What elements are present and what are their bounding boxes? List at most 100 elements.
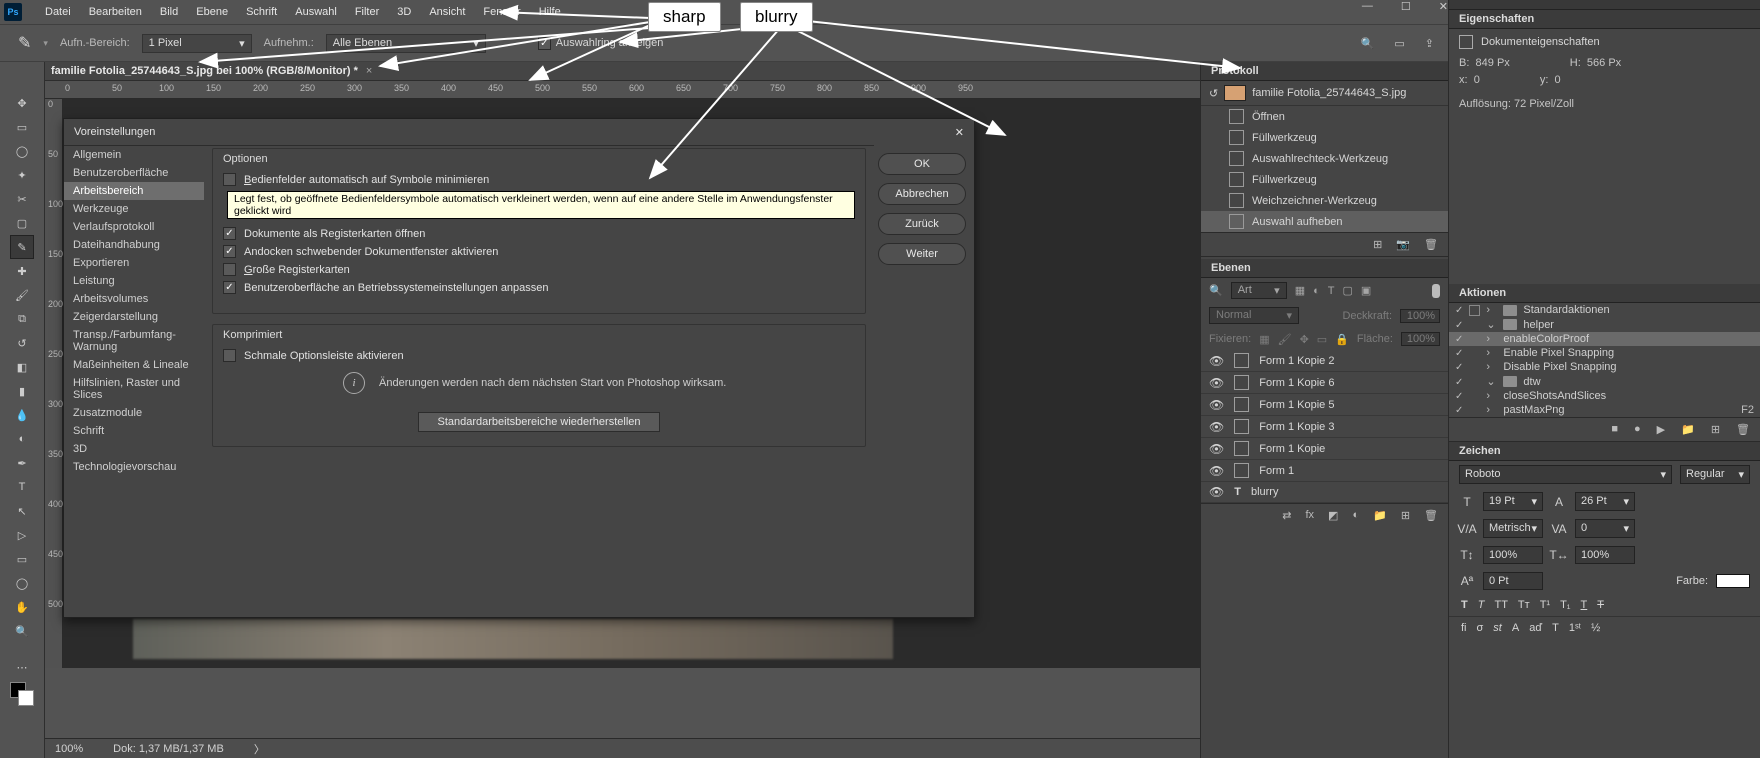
pref-side-item[interactable]: Werkzeuge — [64, 200, 204, 218]
search-icon[interactable]: 🔍 — [1361, 37, 1375, 50]
history-brush-source-icon[interactable]: ↺ — [1209, 87, 1218, 100]
filter-smart-icon[interactable]: ▣ — [1361, 284, 1371, 297]
dodge-tool-icon[interactable]: ◐ — [11, 428, 33, 450]
large-tabs-checkbox[interactable] — [223, 263, 236, 276]
underline-button[interactable]: T — [1581, 599, 1588, 611]
cancel-button[interactable]: Abbrechen — [878, 183, 966, 205]
pref-side-item[interactable]: Maßeinheiten & Lineale — [64, 356, 204, 374]
lock-artboard-icon[interactable]: ▭ — [1317, 333, 1327, 346]
menu-fenster[interactable]: Fenster — [474, 6, 529, 18]
restore-workspaces-button[interactable]: Standardarbeitsbereiche wiederherstellen — [418, 412, 659, 432]
pref-side-item[interactable]: Transp./Farbumfang-Warnung — [64, 326, 204, 356]
baseline-input[interactable]: 0 Pt — [1483, 572, 1543, 590]
tracking-input[interactable]: 0▾ — [1575, 519, 1635, 538]
pref-side-item[interactable]: 3D — [64, 440, 204, 458]
rectangle-tool-icon[interactable]: ▭ — [11, 548, 33, 570]
layer-visibility-icon[interactable]: 👁 — [1209, 442, 1224, 456]
allcaps-button[interactable]: TT — [1494, 599, 1507, 611]
clone-stamp-tool-icon[interactable]: ⧉ — [11, 308, 33, 330]
lock-all-icon[interactable]: 🔒 — [1335, 333, 1349, 346]
pref-side-item[interactable]: Schrift — [64, 422, 204, 440]
menu-schrift[interactable]: Schrift — [237, 6, 286, 18]
type-tool-icon[interactable]: T — [11, 476, 33, 498]
lock-position-icon[interactable]: ✥ — [1300, 333, 1309, 346]
ligatures-button[interactable]: fi — [1461, 622, 1467, 634]
layer-fx-icon[interactable]: fx — [1305, 509, 1314, 522]
brush-tool-icon[interactable]: 🖌 — [11, 284, 33, 306]
stylistic-alt-button[interactable]: T — [1552, 622, 1559, 634]
oldstyle-button[interactable]: 1ˢᵗ — [1569, 622, 1581, 634]
layer-row[interactable]: 👁Tblurry — [1201, 482, 1448, 503]
subscript-button[interactable]: T₁ — [1560, 599, 1570, 611]
superscript-button[interactable]: T¹ — [1540, 599, 1550, 611]
history-item[interactable]: Weichzeichner-Werkzeug — [1201, 190, 1448, 211]
actions-panel-tab[interactable]: Aktionen — [1449, 284, 1760, 303]
new-document-from-state-icon[interactable]: ⊞ — [1373, 238, 1382, 251]
narrow-options-checkbox[interactable] — [223, 349, 236, 362]
eraser-tool-icon[interactable]: ◧ — [11, 356, 33, 378]
layer-filter-type-select[interactable]: Art▾ — [1231, 282, 1287, 299]
layer-row[interactable]: 👁Form 1 Kopie 5 — [1201, 394, 1448, 416]
frame-tool-icon[interactable]: ▢ — [11, 212, 33, 234]
document-tab-close-icon[interactable]: × — [366, 65, 372, 77]
status-arrow-icon[interactable]: 〉 — [254, 741, 265, 757]
menu-bearbeiten[interactable]: Bearbeiten — [80, 6, 151, 18]
play-action-icon[interactable]: ▶ — [1657, 423, 1665, 436]
group-layers-icon[interactable]: 📁 — [1373, 509, 1387, 522]
titling-button[interactable]: A — [1512, 622, 1519, 634]
window-maximize-icon[interactable]: ☐ — [1401, 0, 1411, 13]
italic-button[interactable]: T — [1478, 599, 1485, 611]
pref-side-item[interactable]: Hilfslinien, Raster und Slices — [64, 374, 204, 404]
path-selection-tool-icon[interactable]: ↖ — [11, 500, 33, 522]
text-color-swatch[interactable] — [1716, 574, 1750, 588]
workspace-icon[interactable]: ▭ — [1394, 37, 1404, 50]
filter-adjustment-icon[interactable]: ◐ — [1313, 285, 1320, 297]
doc-size-status[interactable]: Dok: 1,37 MB/1,37 MB — [113, 743, 224, 755]
history-item[interactable]: Füllwerkzeug — [1201, 127, 1448, 148]
action-row[interactable]: ⌄helper — [1449, 317, 1760, 332]
marquee-tool-icon[interactable]: ▭ — [11, 116, 33, 138]
history-item[interactable]: Öffnen — [1201, 106, 1448, 127]
new-snapshot-icon[interactable]: 📷 — [1396, 238, 1410, 251]
delete-state-icon[interactable]: 🗑 — [1424, 238, 1438, 251]
opacity-input[interactable]: 100% — [1400, 309, 1440, 323]
action-row[interactable]: ›Standardaktionen — [1449, 303, 1760, 317]
vscale-input[interactable]: 100% — [1483, 546, 1543, 564]
strike-button[interactable]: T — [1597, 599, 1604, 611]
enable-docking-checkbox[interactable] — [223, 245, 236, 258]
action-row[interactable]: ›Disable Pixel Snapping — [1449, 360, 1760, 374]
sample-size-select[interactable]: 1 Pixel▾ — [142, 34, 252, 53]
hand-tool-icon[interactable]: ✋ — [11, 596, 33, 618]
share-icon[interactable]: ⇪ — [1425, 37, 1434, 50]
filter-type-icon[interactable]: T — [1328, 285, 1335, 297]
lock-brush-icon[interactable]: 🖌 — [1278, 333, 1292, 346]
auto-collapse-checkbox[interactable] — [223, 173, 236, 186]
filter-shape-icon[interactable]: ▢ — [1343, 284, 1353, 297]
fractions-button[interactable]: ½ — [1591, 622, 1600, 634]
sample-layers-select[interactable]: Alle Ebenen▾ — [326, 34, 486, 53]
open-as-tabs-checkbox[interactable] — [223, 227, 236, 240]
layer-row[interactable]: 👁Form 1 Kopie 3 — [1201, 416, 1448, 438]
document-tab[interactable]: familie Fotolia_25744643_S.jpg bei 100% … — [45, 62, 1200, 81]
smallcaps-button[interactable]: Tᴛ — [1518, 599, 1530, 611]
layer-visibility-icon[interactable]: 👁 — [1209, 354, 1224, 368]
layer-filter-search-icon[interactable]: 🔍 — [1209, 284, 1223, 297]
prev-button[interactable]: Zurück — [878, 213, 966, 235]
history-snapshot-thumb[interactable] — [1224, 85, 1246, 101]
pref-side-item[interactable]: Allgemein — [64, 146, 204, 164]
lasso-tool-icon[interactable]: ◯ — [11, 140, 33, 162]
kerning-select[interactable]: Metrisch▾ — [1483, 519, 1543, 538]
layer-visibility-icon[interactable]: 👁 — [1209, 420, 1224, 434]
layer-visibility-icon[interactable]: 👁 — [1209, 398, 1224, 412]
font-family-select[interactable]: Roboto▾ — [1459, 465, 1672, 484]
layer-visibility-icon[interactable]: 👁 — [1209, 376, 1224, 390]
pref-side-item[interactable]: Exportieren — [64, 254, 204, 272]
action-row[interactable]: ›pastMaxPngF2 — [1449, 403, 1760, 417]
pen-tool-icon[interactable]: ✒ — [11, 452, 33, 474]
menu-datei[interactable]: Datei — [36, 6, 80, 18]
direct-selection-tool-icon[interactable]: ▷ — [11, 524, 33, 546]
pref-side-item[interactable]: Zeigerdarstellung — [64, 308, 204, 326]
blend-mode-select[interactable]: Normal▾ — [1209, 307, 1299, 324]
font-weight-select[interactable]: Regular▾ — [1680, 465, 1750, 484]
menu-ansicht[interactable]: Ansicht — [420, 6, 474, 18]
